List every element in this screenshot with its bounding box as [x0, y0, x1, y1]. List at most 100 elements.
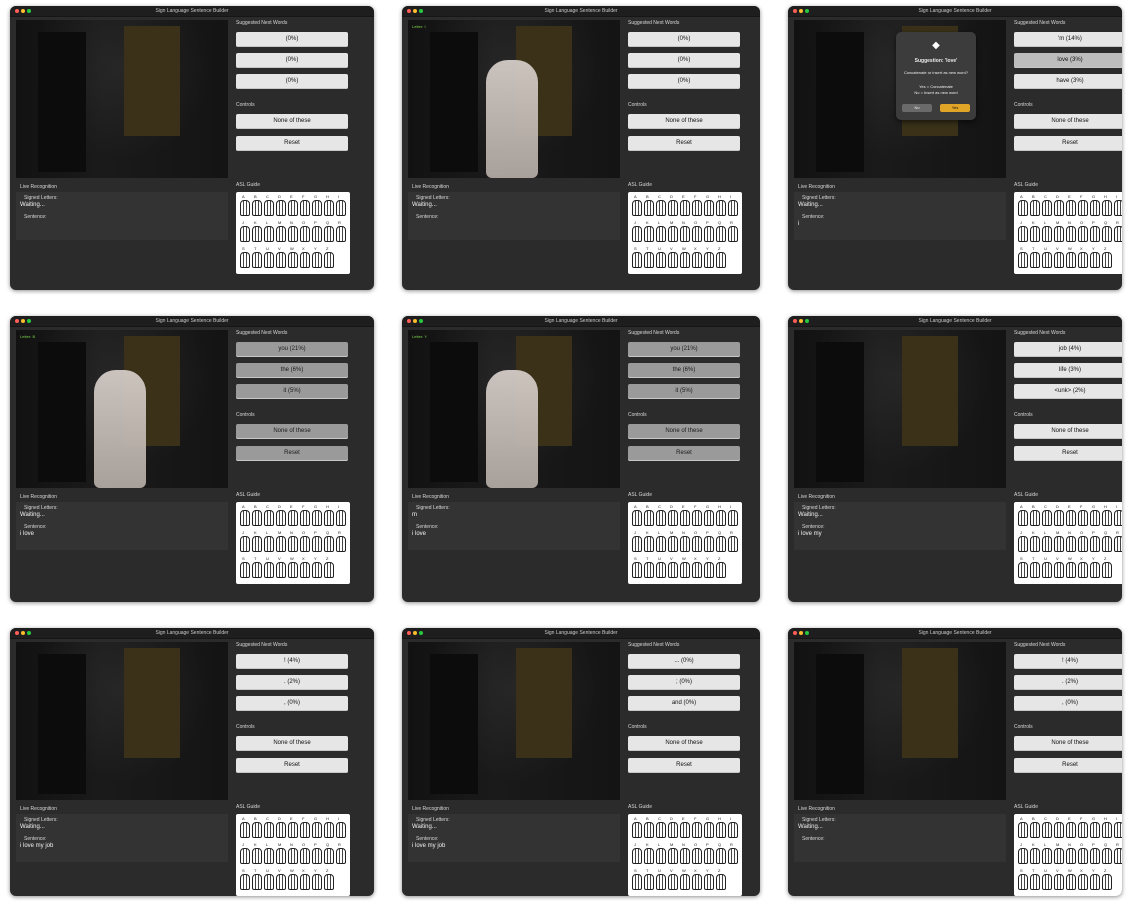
asl-hand-sign-g: [704, 822, 714, 838]
suggestion-button-1[interactable]: job (4%): [1014, 342, 1122, 357]
suggestion-button-1[interactable]: ! (4%): [1014, 654, 1122, 669]
suggestion-button-2[interactable]: life (3%): [1014, 363, 1122, 378]
suggestion-button-1[interactable]: ! (4%): [236, 654, 348, 669]
asl-hand-sign-u: [656, 562, 666, 578]
asl-hand-sign-f: [1078, 510, 1088, 526]
suggestion-button-3[interactable]: , (0%): [236, 696, 348, 711]
asl-hand-sign-o: [1078, 536, 1088, 552]
live-recognition-header: Live Recognition: [20, 184, 57, 190]
dialog-yes-button[interactable]: Yes: [940, 104, 970, 112]
asl-hand-sign-m: [276, 536, 286, 552]
asl-hand-sign-r: [1114, 226, 1122, 242]
reset-button[interactable]: Reset: [628, 758, 740, 773]
suggestion-button-2[interactable]: the (6%): [628, 363, 740, 378]
asl-hand-sign-c: [1042, 200, 1052, 216]
suggestion-button-3[interactable]: have (3%): [1014, 74, 1122, 89]
asl-hand-sign-t: [644, 252, 654, 268]
asl-letter-l: L: [266, 530, 269, 535]
suggestion-button-2[interactable]: the (6%): [236, 363, 348, 378]
asl-letter-i: I: [1116, 194, 1118, 199]
suggestion-button-3[interactable]: and (0%): [628, 696, 740, 711]
reset-button[interactable]: Reset: [1014, 136, 1122, 151]
asl-hand-sign-b: [644, 200, 654, 216]
suggestion-button-2[interactable]: . (2%): [236, 675, 348, 690]
suggestion-button-1[interactable]: (0%): [628, 32, 740, 47]
asl-letter-f: F: [694, 194, 697, 199]
asl-letter-z: Z: [718, 868, 721, 873]
asl-letter-w: W: [1068, 246, 1072, 251]
asl-letter-w: W: [290, 556, 294, 561]
asl-hand-sign-p: [312, 536, 322, 552]
suggestion-button-1[interactable]: 'm (14%): [1014, 32, 1122, 47]
signed-letters-label: Signed Letters:: [416, 195, 450, 201]
asl-guide-header: ASL Guide: [628, 804, 652, 810]
reset-button[interactable]: Reset: [628, 136, 740, 151]
suggestion-button-1[interactable]: ... (0%): [628, 654, 740, 669]
none-of-these-button[interactable]: None of these: [236, 736, 348, 751]
suggestion-button-1[interactable]: (0%): [236, 32, 348, 47]
asl-hand-sign-n: [680, 536, 690, 552]
asl-hand-sign-w: [1066, 874, 1076, 890]
none-of-these-button[interactable]: None of these: [1014, 114, 1122, 129]
reset-button[interactable]: Reset: [1014, 758, 1122, 773]
asl-letter-s: S: [1020, 246, 1023, 251]
reset-button[interactable]: Reset: [236, 446, 348, 461]
asl-hand-sign-p: [312, 226, 322, 242]
reset-button[interactable]: Reset: [236, 136, 348, 151]
asl-hand-sign-e: [680, 510, 690, 526]
suggestion-button-1[interactable]: you (21%): [236, 342, 348, 357]
camera-feed: Letter: Y: [408, 330, 620, 488]
asl-hand-sign-t: [1030, 562, 1040, 578]
asl-hand-sign-l: [1042, 226, 1052, 242]
asl-hand-sign-n: [1066, 848, 1076, 864]
asl-hand-sign-s: [1018, 562, 1028, 578]
asl-hand-sign-m: [668, 226, 678, 242]
asl-letter-v: V: [670, 246, 673, 251]
asl-hand-sign-x: [1078, 874, 1088, 890]
suggestion-button-3[interactable]: <unk> (2%): [1014, 384, 1122, 399]
none-of-these-button[interactable]: None of these: [628, 736, 740, 751]
controls-header: Controls: [1014, 102, 1033, 108]
asl-letter-p: P: [706, 220, 709, 225]
none-of-these-button[interactable]: None of these: [236, 114, 348, 129]
suggestion-button-3[interactable]: (0%): [236, 74, 348, 89]
none-of-these-button[interactable]: None of these: [628, 114, 740, 129]
camera-background-door: [430, 32, 478, 172]
asl-hand-sign-k: [644, 536, 654, 552]
reset-button[interactable]: Reset: [1014, 446, 1122, 461]
asl-letter-p: P: [1092, 220, 1095, 225]
suggestion-button-2[interactable]: (0%): [628, 53, 740, 68]
asl-hand-sign-s: [632, 874, 642, 890]
asl-letter-i: I: [338, 504, 340, 509]
suggestion-button-1[interactable]: you (21%): [628, 342, 740, 357]
none-of-these-button[interactable]: None of these: [236, 424, 348, 439]
asl-letter-b: B: [646, 816, 649, 821]
asl-letter-g: G: [1092, 194, 1096, 199]
reset-button[interactable]: Reset: [628, 446, 740, 461]
asl-hand-sign-i: [336, 822, 346, 838]
none-of-these-button[interactable]: None of these: [628, 424, 740, 439]
signed-letters-label: Signed Letters:: [802, 195, 836, 201]
asl-hand-sign-m: [276, 848, 286, 864]
asl-hand-sign-t: [252, 562, 262, 578]
asl-hand-sign-p: [1090, 848, 1100, 864]
suggestion-button-2[interactable]: ; (0%): [628, 675, 740, 690]
asl-hand-sign-s: [1018, 874, 1028, 890]
asl-letter-k: K: [254, 530, 257, 535]
suggestion-button-2[interactable]: love (3%): [1014, 53, 1122, 68]
suggestion-button-3[interactable]: (0%): [628, 74, 740, 89]
asl-letter-a: A: [634, 504, 637, 509]
suggestion-button-2[interactable]: . (2%): [1014, 675, 1122, 690]
none-of-these-button[interactable]: None of these: [1014, 736, 1122, 751]
suggestion-button-3[interactable]: it (5%): [628, 384, 740, 399]
asl-letter-z: Z: [326, 246, 329, 251]
suggestion-button-2[interactable]: (0%): [236, 53, 348, 68]
suggestion-button-3[interactable]: it (5%): [236, 384, 348, 399]
reset-button[interactable]: Reset: [236, 758, 348, 773]
suggestion-button-3[interactable]: , (0%): [1014, 696, 1122, 711]
asl-hand-sign-y: [704, 252, 714, 268]
asl-letter-s: S: [634, 556, 637, 561]
none-of-these-button[interactable]: None of these: [1014, 424, 1122, 439]
dialog-no-button[interactable]: No: [902, 104, 932, 112]
live-recognition-panel: Live Recognition Signed Letters: Waiting..…: [794, 494, 1006, 550]
